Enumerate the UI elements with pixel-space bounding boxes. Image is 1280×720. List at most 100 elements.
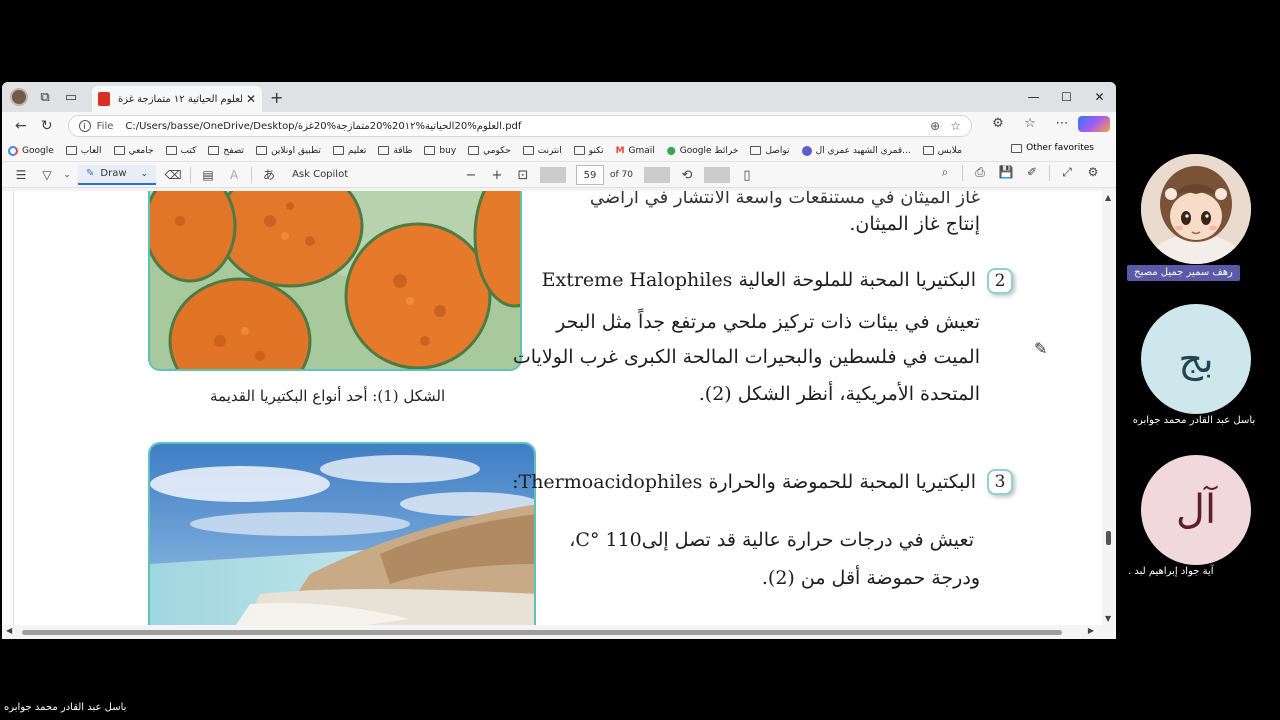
browser-window: ⧉ ▭ العلوم الحياتية ١٢ متمازجة غزة.pdf* … xyxy=(2,82,1116,639)
bookmark-item[interactable]: تصفح xyxy=(208,146,244,156)
other-favorites[interactable]: Other favorites xyxy=(1011,143,1106,153)
text-box-icon[interactable]: ▤ xyxy=(195,168,221,182)
divider xyxy=(540,167,566,183)
pen-icon: ✎ xyxy=(86,168,95,179)
folder-icon xyxy=(256,146,268,155)
url-text[interactable]: C:/Users/basse/OneDrive/Desktop/العلوم%2… xyxy=(125,121,920,132)
profile-button[interactable] xyxy=(6,84,32,110)
search-icon[interactable]: ⌕ xyxy=(932,165,958,181)
gmail-icon: M xyxy=(615,145,625,156)
highlight-icon[interactable]: ▽ xyxy=(34,168,60,182)
folder-icon xyxy=(332,146,344,155)
copilot-button[interactable] xyxy=(1077,116,1110,136)
bookmark-item[interactable]: العاب xyxy=(65,146,102,156)
vertical-scrollbar[interactable]: ▲ ▼ xyxy=(1102,191,1116,639)
bookmark-item[interactable]: قمري الشهيد عمري ال... xyxy=(801,145,911,156)
participant-avatar[interactable]: بج xyxy=(1141,304,1251,414)
close-tab-icon[interactable]: ✕ xyxy=(246,92,256,106)
translate-icon[interactable]: あ xyxy=(256,166,282,183)
bookmark-item[interactable]: ⬤ Google خرائط xyxy=(667,146,739,156)
save-icon[interactable]: 💾 xyxy=(993,165,1019,181)
horizontal-scrollbar[interactable]: ◀ ▶ xyxy=(2,625,1102,639)
bookmark-item[interactable]: تطبيق اونلاين xyxy=(256,146,321,156)
bookmark-item[interactable]: M Gmail xyxy=(616,146,655,156)
minimize-icon[interactable]: — xyxy=(1017,82,1050,112)
bookmark-item[interactable]: Google xyxy=(8,145,54,156)
maximize-icon[interactable]: ☐ xyxy=(1050,82,1083,112)
bookmark-item[interactable]: طاقة xyxy=(378,146,412,156)
close-window-icon[interactable]: ✕ xyxy=(1083,82,1116,112)
bookmark-label: تصفح xyxy=(223,145,245,156)
tab-actions-icon[interactable]: ▭ xyxy=(58,84,84,110)
contents-icon[interactable]: ☰ xyxy=(8,168,34,182)
horizontal-scroll-thumb[interactable] xyxy=(22,630,1062,635)
vertical-scroll-thumb[interactable] xyxy=(1106,531,1111,545)
favorites-icon[interactable]: ☆ xyxy=(1014,116,1046,136)
zoom-icon[interactable]: ⊕ xyxy=(930,119,940,133)
divider xyxy=(644,167,670,183)
participant-name: آية جواد إبراهيم لبد . xyxy=(1128,566,1214,577)
ask-copilot-button[interactable]: Ask Copilot xyxy=(292,169,348,180)
save-as-icon[interactable]: ✐ xyxy=(1019,165,1045,181)
scroll-down-icon[interactable]: ▼ xyxy=(1105,614,1111,623)
zoom-in-icon[interactable]: + xyxy=(484,168,510,183)
scroll-up-icon[interactable]: ▲ xyxy=(1105,193,1111,202)
draw-dropdown-icon[interactable]: ⌄ xyxy=(141,169,149,179)
page-view-icon[interactable]: ▯ xyxy=(734,168,760,183)
bookmark-item[interactable]: كتب xyxy=(165,145,197,156)
settings-icon[interactable]: ⚙ xyxy=(1080,165,1106,181)
pdf-icon xyxy=(98,92,110,106)
item3-line1: تعيش في درجات حرارة عالية قد تصل إلى110 … xyxy=(569,529,974,551)
bookmark-item[interactable]: buy xyxy=(424,146,456,156)
bookmark-item[interactable]: تعليم xyxy=(332,146,366,156)
bookmark-label: قمري الشهيد عمري ال... xyxy=(815,145,911,156)
participant-avatar[interactable] xyxy=(1141,154,1251,264)
scroll-right-icon[interactable]: ▶ xyxy=(1088,626,1094,635)
print-icon[interactable]: ⎙ xyxy=(967,165,993,181)
bookmark-label: كتب xyxy=(180,145,197,156)
bookmark-item[interactable]: تواصل xyxy=(750,145,790,156)
bookmark-item[interactable]: انترنت xyxy=(522,146,562,156)
draw-button[interactable]: ✎ Draw ⌄ xyxy=(78,164,157,185)
site-icon xyxy=(801,145,812,156)
refresh-icon[interactable]: ↻ xyxy=(34,118,60,134)
eraser-icon[interactable]: ⌫ xyxy=(160,168,186,182)
more-icon[interactable]: ⋯ xyxy=(1046,116,1078,136)
address-bar[interactable]: i File C:/Users/basse/OneDrive/Desktop/ا… xyxy=(67,115,972,137)
dead-sea-figure xyxy=(148,442,536,632)
item-number-badge: 2 xyxy=(987,268,1013,294)
info-icon[interactable]: i xyxy=(78,120,91,132)
toolbar-right: ⚙ ☆ ⋯ xyxy=(982,116,1110,136)
bookmark-item[interactable]: تكنو xyxy=(573,145,604,156)
highlight-dropdown-icon[interactable]: ⌄ xyxy=(60,170,74,180)
new-tab-button[interactable]: + xyxy=(270,88,283,107)
rotate-icon[interactable]: ⟲ xyxy=(674,168,700,183)
bookmark-item[interactable]: ملابس xyxy=(922,146,962,156)
read-aloud-icon[interactable]: A xyxy=(221,168,247,182)
workspaces-icon[interactable]: ⧉ xyxy=(32,84,58,110)
favorite-star-icon[interactable]: ☆ xyxy=(950,119,961,133)
bookmark-item[interactable]: جامعي xyxy=(113,146,154,156)
profile-avatar-icon xyxy=(10,88,28,106)
bookmark-label: تواصل xyxy=(765,145,790,156)
fullscreen-icon[interactable]: ⤢ xyxy=(1054,165,1080,181)
bookmark-label: buy xyxy=(439,145,457,156)
folder-icon xyxy=(424,146,436,155)
bookmark-item[interactable]: حكومي xyxy=(468,146,511,156)
bookmark-label: تكنو xyxy=(588,145,604,156)
divider xyxy=(962,165,963,181)
other-favorites-label: Other favorites xyxy=(1026,143,1094,153)
participant-name: باسل عبد القادر محمد جوابره xyxy=(1132,415,1256,426)
page-number-input[interactable]: 59 xyxy=(576,165,604,185)
tab-pdf[interactable]: العلوم الحياتية ١٢ متمازجة غزة.pdf* ✕ xyxy=(92,86,262,112)
extensions-icon[interactable]: ⚙ xyxy=(982,116,1014,136)
fit-page-icon[interactable]: ⊡ xyxy=(510,168,536,183)
pdf-document[interactable]: الشكل (1): أحد أنواع البكتيريا القديمة غ… xyxy=(2,191,1116,639)
pen-cursor-icon: ✎ xyxy=(1034,339,1048,358)
item-number-badge: 3 xyxy=(987,469,1013,495)
participant-avatar[interactable]: آل xyxy=(1141,455,1251,565)
bacteria-figure xyxy=(148,191,522,371)
zoom-out-icon[interactable]: − xyxy=(458,168,484,183)
back-icon[interactable]: ← xyxy=(8,118,34,134)
scroll-left-icon[interactable]: ◀ xyxy=(6,626,12,635)
